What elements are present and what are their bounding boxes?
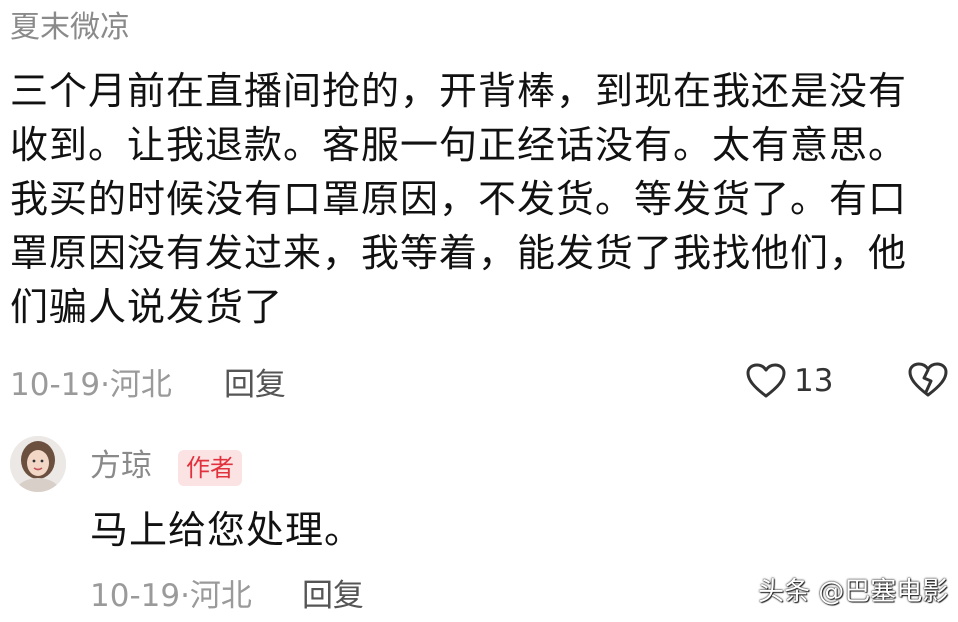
- author-avatar[interactable]: [10, 436, 66, 492]
- comment-body: 三个月前在直播间抢的，开背棒，到现在我还是没有收到。让我退款。客服一句正经话没有…: [10, 69, 908, 329]
- author-reply-meta: 10-19·河北 回复: [90, 568, 364, 616]
- author-badge: 作者: [178, 450, 242, 486]
- comment-reply-button[interactable]: 回复: [224, 359, 286, 404]
- author-name[interactable]: 方琼: [90, 446, 152, 486]
- author-reply-button[interactable]: 回复: [302, 570, 364, 615]
- comment-username[interactable]: 夏末微凉: [10, 8, 130, 48]
- like-count: 13: [794, 363, 834, 399]
- avatar-photo: [10, 436, 66, 492]
- watermark: 头条 @巴塞电影: [758, 577, 949, 607]
- author-reply-date-location: 10-19·河北: [90, 577, 252, 614]
- broken-heart-icon: [908, 362, 948, 397]
- like-button[interactable]: 13: [746, 356, 833, 406]
- comment-meta: 10-19·河北 回复: [10, 356, 286, 406]
- author-reply-body: 马上给您处理。: [90, 508, 364, 552]
- comment-date-location: 10-19·河北: [10, 366, 172, 403]
- heart-outline-icon: [746, 363, 786, 398]
- dislike-button[interactable]: [908, 362, 948, 402]
